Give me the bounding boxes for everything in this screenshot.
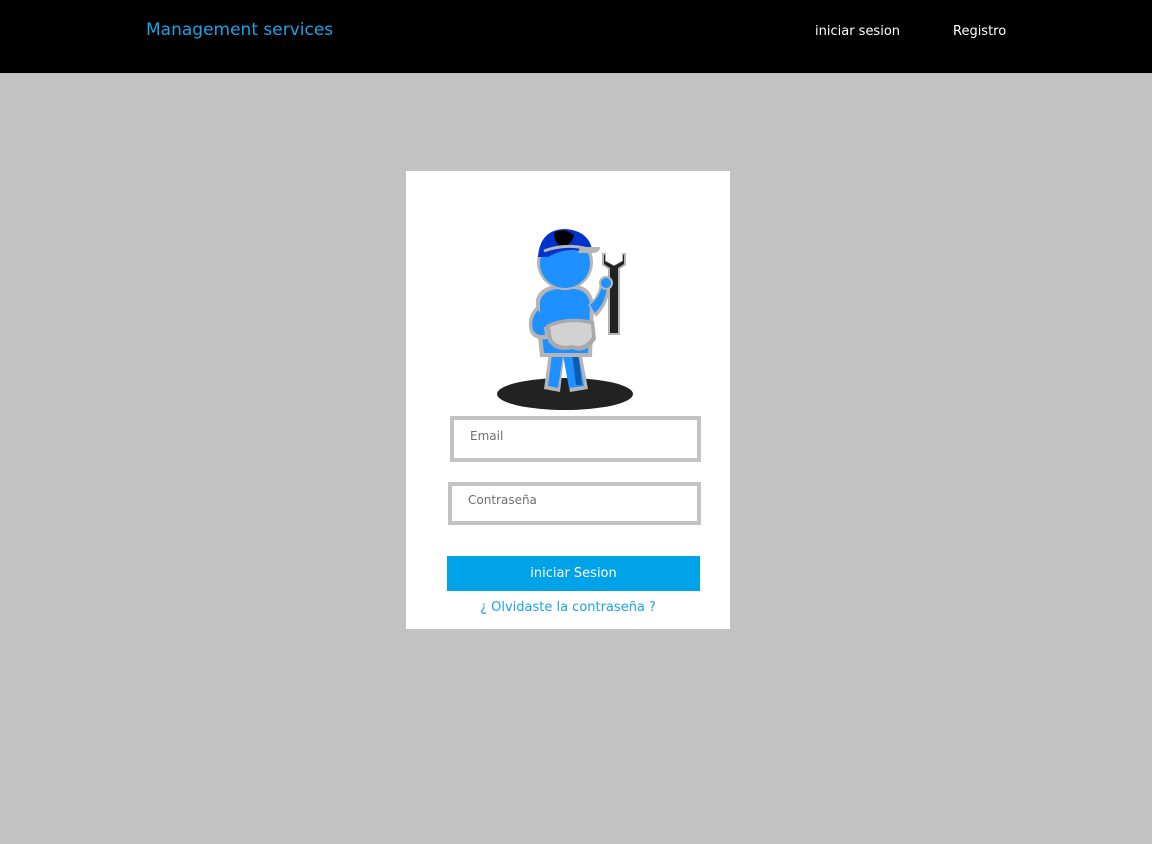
- mechanic-with-wrench-icon: [497, 229, 633, 410]
- email-field[interactable]: [450, 416, 701, 462]
- login-card: iniciar Sesion ¿ Olvidaste la contraseña…: [406, 171, 730, 629]
- email-input[interactable]: [454, 420, 697, 452]
- nav-register-link[interactable]: Registro: [953, 24, 1006, 39]
- top-navbar: Management services iniciar sesion Regis…: [0, 0, 1152, 73]
- password-input[interactable]: [452, 486, 697, 514]
- forgot-password-link[interactable]: ¿ Olvidaste la contraseña ?: [406, 600, 730, 615]
- password-field[interactable]: [448, 482, 701, 525]
- login-submit-button[interactable]: iniciar Sesion: [447, 556, 700, 591]
- brand-link[interactable]: Management services: [146, 20, 333, 40]
- nav-login-link[interactable]: iniciar sesion: [815, 24, 900, 39]
